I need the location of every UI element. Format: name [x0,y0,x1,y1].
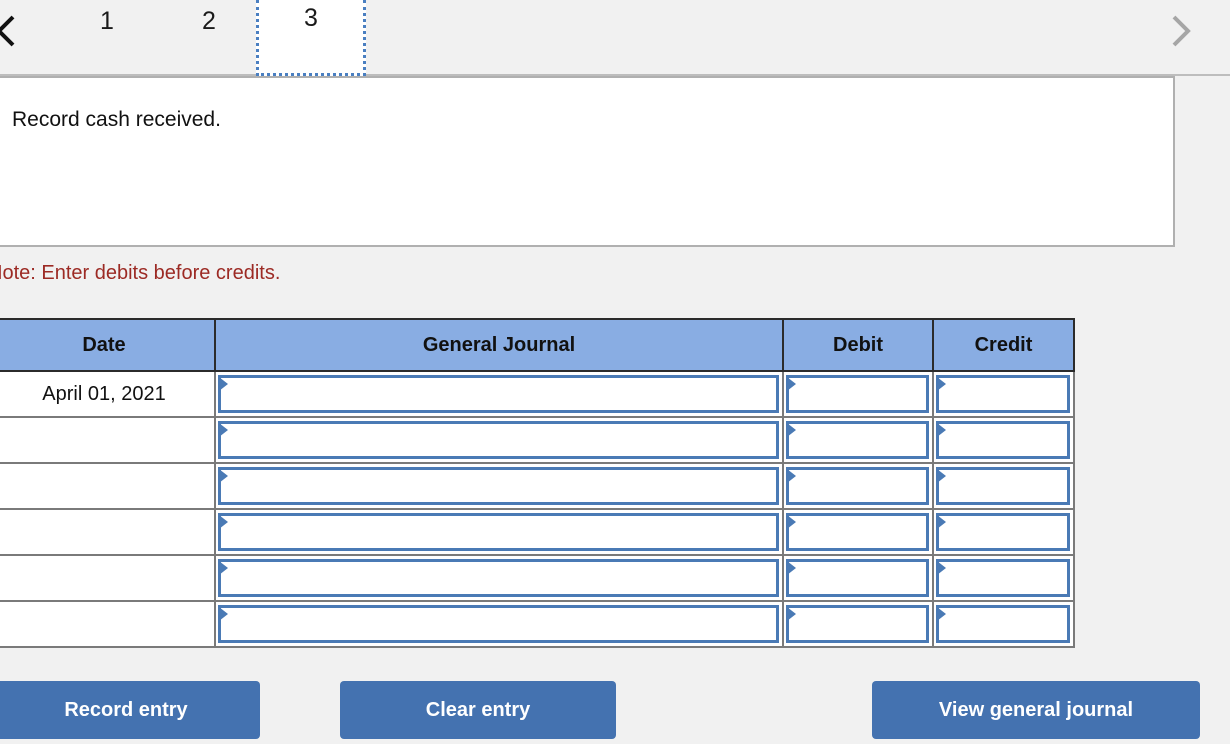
debit-cell [782,370,934,418]
tab-bar: 1 2 3 [0,0,1230,76]
debit-input[interactable] [786,604,929,643]
account-title-input[interactable] [218,466,779,505]
dropdown-triangle-icon [219,514,228,529]
credit-input[interactable] [936,558,1070,597]
date-cell[interactable] [0,462,216,510]
dropdown-triangle-icon [219,376,228,391]
dropdown-triangle-icon [937,422,946,437]
dropdown-triangle-icon [219,422,228,437]
general-journal-cell [214,462,784,510]
dropdown-triangle-icon [219,606,228,621]
debit-input[interactable] [786,466,929,505]
general-journal-cell [214,508,784,556]
table-row [0,554,1075,602]
date-cell[interactable] [0,508,216,556]
record-entry-label: Record entry [64,698,188,721]
table-row [0,508,1075,556]
date-cell[interactable] [0,600,216,648]
general-journal-cell [214,554,784,602]
credit-input[interactable] [936,420,1070,459]
dropdown-triangle-icon [787,514,796,529]
credit-input[interactable] [936,604,1070,643]
credit-cell [932,508,1075,556]
table-row [0,462,1075,510]
dropdown-triangle-icon [787,422,796,437]
previous-tab-button[interactable] [0,8,26,54]
debit-input[interactable] [786,374,929,413]
tab-2-label: 2 [202,6,216,35]
tab-3-label: 3 [304,3,318,32]
table-row: April 01, 2021 [0,370,1075,418]
dropdown-triangle-icon [219,560,228,575]
dropdown-triangle-icon [937,606,946,621]
general-journal-table: Date General Journal Debit Credit April … [0,318,1075,648]
chevron-right-icon [1169,14,1191,48]
dropdown-triangle-icon [937,468,946,483]
debit-input[interactable] [786,420,929,459]
view-general-journal-button[interactable]: View general journal [872,681,1200,739]
credit-input[interactable] [936,512,1070,551]
credit-cell [932,462,1075,510]
dropdown-triangle-icon [937,560,946,575]
record-entry-button[interactable]: Record entry [0,681,260,739]
debit-input[interactable] [786,512,929,551]
tab-1-label: 1 [100,6,114,35]
transaction-prompt-text: Record cash received. [12,108,221,131]
table-row [0,416,1075,464]
date-cell[interactable]: April 01, 2021 [0,370,216,418]
date-cell[interactable] [0,554,216,602]
next-tab-button[interactable] [1160,8,1200,54]
account-title-input[interactable] [218,512,779,551]
debit-cell [782,416,934,464]
credit-cell [932,416,1075,464]
dropdown-triangle-icon [937,514,946,529]
account-title-input[interactable] [218,558,779,597]
general-journal-cell [214,370,784,418]
account-title-input[interactable] [218,374,779,413]
debit-cell [782,508,934,556]
view-general-journal-label: View general journal [938,698,1134,721]
transaction-prompt-box: Record cash received. [0,76,1175,247]
dropdown-triangle-icon [787,560,796,575]
clear-entry-label: Clear entry [425,698,531,721]
dropdown-triangle-icon [937,376,946,391]
clear-entry-button[interactable]: Clear entry [340,681,616,739]
general-journal-cell [214,600,784,648]
column-header-general-journal: General Journal [214,318,784,372]
table-row [0,600,1075,648]
credit-input[interactable] [936,374,1070,413]
date-cell[interactable] [0,416,216,464]
tab-1[interactable]: 1 [62,0,152,76]
account-title-input[interactable] [218,420,779,459]
account-title-input[interactable] [218,604,779,643]
credit-cell [932,600,1075,648]
dropdown-triangle-icon [787,376,796,391]
credit-cell [932,370,1075,418]
tab-3[interactable]: 3 [256,0,366,76]
tab-2[interactable]: 2 [165,0,253,76]
dropdown-triangle-icon [787,606,796,621]
debit-cell [782,600,934,648]
dropdown-triangle-icon [219,468,228,483]
table-header-row: Date General Journal Debit Credit [0,318,1075,372]
journal-entry-screen: 1 2 3 Record cash received. Note: Enter … [0,0,1230,744]
debit-cell [782,462,934,510]
debits-before-credits-note: Note: Enter debits before credits. [0,262,281,284]
credit-input[interactable] [936,466,1070,505]
chevron-left-icon [0,14,17,48]
column-header-date: Date [0,318,216,372]
dropdown-triangle-icon [787,468,796,483]
credit-cell [932,554,1075,602]
debit-input[interactable] [786,558,929,597]
debit-cell [782,554,934,602]
general-journal-cell [214,416,784,464]
column-header-debit: Debit [782,318,934,372]
column-header-credit: Credit [932,318,1075,372]
